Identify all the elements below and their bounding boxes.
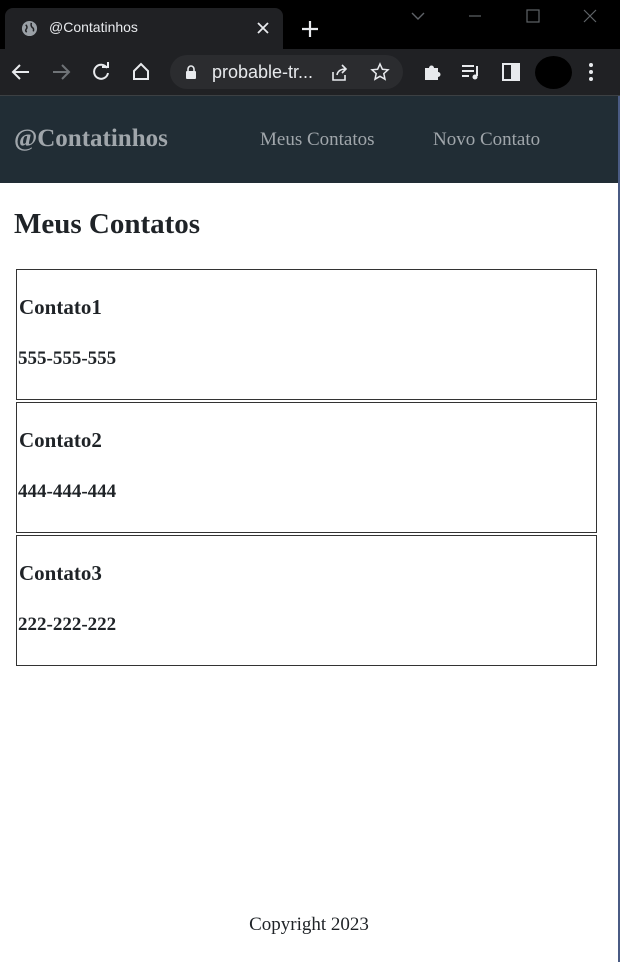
bookmark-star-icon[interactable] <box>370 62 390 82</box>
contact-list: Contato1 555-555-555 Contato2 444-444-44… <box>16 269 597 668</box>
home-icon[interactable] <box>130 61 152 83</box>
share-icon[interactable] <box>330 63 350 83</box>
contact-card: Contato3 222-222-222 <box>16 535 597 666</box>
back-arrow-icon[interactable] <box>10 61 32 83</box>
reload-icon[interactable] <box>90 61 112 83</box>
minimize-icon[interactable] <box>467 8 483 24</box>
browser-tab[interactable]: @Contatinhos <box>5 8 283 49</box>
contact-phone: 555-555-555 <box>18 348 117 369</box>
globe-icon <box>21 20 38 37</box>
maximize-icon[interactable] <box>525 8 541 24</box>
contact-card: Contato1 555-555-555 <box>16 269 597 400</box>
lock-icon[interactable] <box>184 65 198 79</box>
url-text[interactable]: probable-tr... <box>212 62 313 83</box>
contact-phone: 444-444-444 <box>18 481 117 502</box>
forward-arrow-icon[interactable] <box>50 61 72 83</box>
tab-search-chevron-icon[interactable] <box>410 8 426 24</box>
contact-name: Contato1 <box>19 295 102 319</box>
page-content: @Contatinhos Meus Contatos Novo Contato … <box>0 96 618 962</box>
media-playlist-icon[interactable] <box>460 61 482 83</box>
contact-card: Contato2 444-444-444 <box>16 402 597 533</box>
address-bar[interactable]: probable-tr... <box>170 55 403 89</box>
browser-toolbar: probable-tr... <box>0 49 620 96</box>
browser-tab-bar: @Contatinhos <box>0 0 620 49</box>
nav-link-meus-contatos[interactable]: Meus Contatos <box>260 129 375 151</box>
profile-avatar[interactable] <box>535 56 572 89</box>
page-title: Meus Contatos <box>14 208 201 240</box>
new-tab-icon[interactable] <box>299 18 321 40</box>
footer-copyright: Copyright 2023 <box>249 914 369 935</box>
contact-name: Contato3 <box>19 561 102 585</box>
contact-name: Contato2 <box>19 428 102 452</box>
side-panel-icon[interactable] <box>500 61 522 83</box>
more-menu-icon[interactable] <box>580 61 602 83</box>
contact-phone: 222-222-222 <box>18 614 117 635</box>
nav-link-novo-contato[interactable]: Novo Contato <box>433 129 540 151</box>
brand-logo[interactable]: @Contatinhos <box>14 125 168 153</box>
close-tab-icon[interactable] <box>255 20 271 36</box>
site-navbar: @Contatinhos Meus Contatos Novo Contato <box>0 96 618 183</box>
tab-title: @Contatinhos <box>49 19 138 35</box>
extensions-puzzle-icon[interactable] <box>421 61 443 83</box>
close-window-icon[interactable] <box>582 8 598 24</box>
